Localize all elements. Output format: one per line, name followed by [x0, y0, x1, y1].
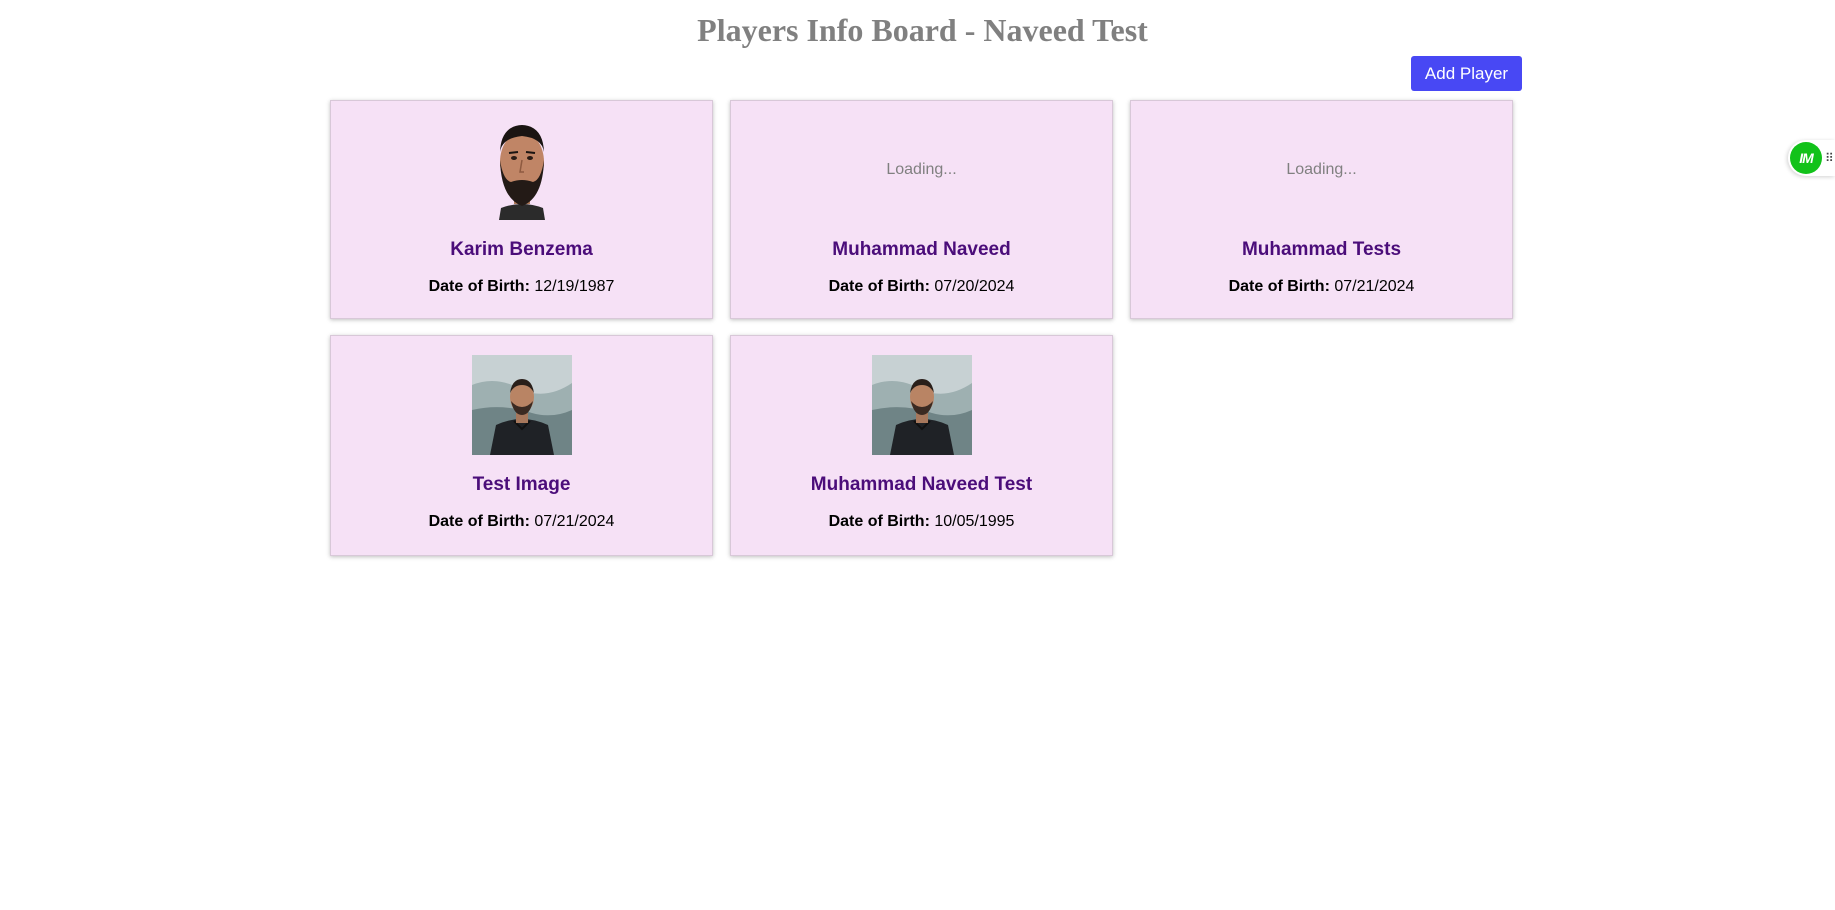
- player-dob: Date of Birth: 10/05/1995: [829, 512, 1015, 532]
- player-name: Karim Benzema: [450, 239, 593, 260]
- dob-value: 07/20/2024: [934, 278, 1015, 295]
- dob-value: 07/21/2024: [534, 513, 615, 530]
- player-card: Karim Benzema Date of Birth: 12/19/1987: [330, 100, 713, 319]
- dob-label: Date of Birth:: [828, 278, 930, 295]
- dob-value: 07/21/2024: [1334, 278, 1415, 295]
- loading-text: Loading...: [1286, 161, 1357, 178]
- drag-handle-icon[interactable]: ⠿: [1825, 151, 1834, 165]
- extension-logo-icon[interactable]: IM: [1790, 142, 1822, 174]
- player-card: Loading... Muhammad Naveed Date of Birth…: [730, 100, 1113, 319]
- player-dob: Date of Birth: 12/19/1987: [429, 277, 615, 297]
- player-photo-placeholder: Loading...: [1272, 120, 1372, 220]
- player-photo-placeholder: Loading...: [872, 120, 972, 220]
- player-photo: [871, 355, 972, 455]
- dob-label: Date of Birth:: [1228, 278, 1330, 295]
- player-name: Muhammad Tests: [1241, 239, 1402, 260]
- dob-label: Date of Birth:: [428, 278, 530, 295]
- player-photo-image: [871, 355, 972, 455]
- loading-text: Loading...: [886, 161, 957, 178]
- player-dob: Date of Birth: 07/21/2024: [429, 512, 615, 532]
- player-name: Muhammad Naveed Test: [810, 474, 1033, 495]
- players-grid: Karim Benzema Date of Birth: 12/19/1987 …: [330, 100, 1515, 556]
- player-card: Loading... Muhammad Tests Date of Birth:…: [1130, 100, 1513, 319]
- add-player-button[interactable]: Add Player: [1411, 56, 1522, 91]
- page: Players Info Board - Naveed Test Add Pla…: [0, 0, 1835, 910]
- dob-value: 10/05/1995: [934, 513, 1015, 530]
- player-dob: Date of Birth: 07/21/2024: [1229, 277, 1415, 297]
- page-title: Players Info Board - Naveed Test: [697, 12, 1148, 48]
- dob-label: Date of Birth:: [828, 513, 930, 530]
- player-name: Test Image: [472, 474, 571, 495]
- player-photo: [471, 355, 572, 455]
- player-name: Muhammad Naveed: [832, 239, 1011, 260]
- player-photo-image: [471, 355, 572, 455]
- dob-value: 12/19/1987: [534, 278, 615, 295]
- player-card: Test Image Date of Birth: 07/21/2024: [330, 335, 713, 556]
- player-photo-image: [498, 125, 545, 220]
- player-dob: Date of Birth: 07/20/2024: [829, 277, 1015, 297]
- dob-label: Date of Birth:: [428, 513, 530, 530]
- player-card: Muhammad Naveed Test Date of Birth: 10/0…: [730, 335, 1113, 556]
- extension-widget[interactable]: IM ⠿: [1788, 140, 1835, 176]
- player-photo: [472, 120, 572, 220]
